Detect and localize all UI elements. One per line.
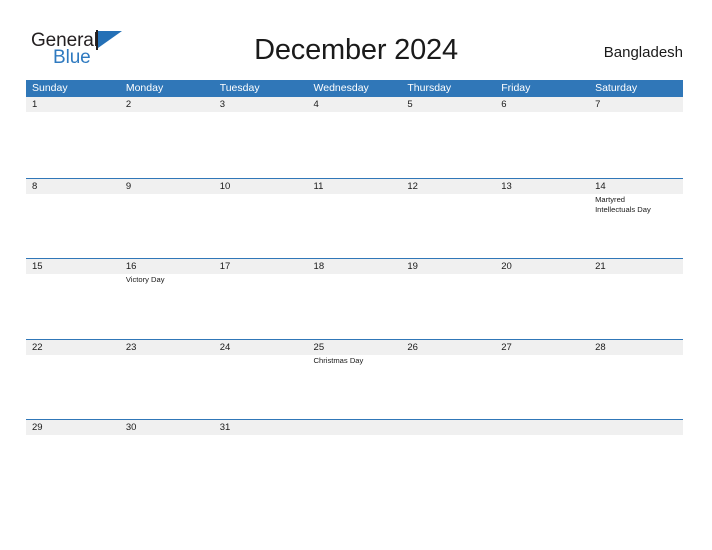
day-number: 27 (501, 341, 512, 353)
day-cell[interactable]: 13 (495, 178, 589, 259)
weekday-header-tuesday: Tuesday (219, 82, 260, 94)
day-cell[interactable]: 16 Victory Day (120, 258, 214, 339)
day-cell-empty (401, 419, 495, 500)
day-number: 16 (125, 261, 137, 272)
day-cell[interactable]: 7 (589, 97, 683, 178)
day-number: 24 (219, 341, 231, 353)
day-number: 13 (501, 180, 512, 192)
day-number: 2 (125, 99, 132, 110)
day-cell[interactable]: 31 (214, 419, 308, 500)
calendar-week-row: 8 9 10 11 12 13 14 Martyred Intellectuals Day (26, 177, 683, 259)
day-cell[interactable]: 3 (214, 97, 308, 178)
day-cell[interactable]: 17 (214, 258, 308, 339)
week-day-cells: 29 30 31 (26, 419, 683, 500)
day-number: 12 (407, 180, 418, 192)
day-number: 4 (313, 99, 319, 110)
day-event-text: Victory Day (125, 275, 165, 284)
day-number: 17 (219, 261, 231, 272)
day-cell[interactable]: 20 (495, 258, 589, 339)
day-cell[interactable]: 26 (401, 339, 495, 420)
day-event-list: Christmas Day (314, 356, 400, 367)
day-cell[interactable]: 1 (26, 97, 120, 178)
calendar-page: General Blue December 2024 Bangladesh Su… (0, 0, 712, 550)
calendar-week-row: 29 30 31 (26, 419, 683, 500)
day-number: 26 (407, 341, 418, 353)
day-number: 23 (125, 341, 137, 353)
day-number: 1 (32, 99, 38, 110)
day-event-text: Martyred (595, 194, 626, 204)
day-cell-empty (308, 419, 402, 500)
weekday-header-monday: Monday (125, 82, 164, 94)
country-label: Bangladesh (603, 44, 683, 61)
calendar-week-row: 22 23 24 25 Christmas Day 26 27 28 (26, 338, 683, 420)
calendar-weeks: 1 2 3 4 5 6 7 8 9 10 11 12 13 14 Martyred Intellectuals… (26, 97, 683, 500)
day-number: 7 (595, 99, 601, 110)
day-number: 3 (219, 99, 225, 110)
day-cell-empty (589, 419, 683, 500)
day-cell[interactable]: 5 (401, 97, 495, 178)
day-number: 10 (219, 180, 231, 192)
day-number: 5 (407, 99, 413, 110)
day-cell[interactable]: 21 (589, 258, 683, 339)
day-cell[interactable]: 15 (26, 258, 120, 339)
day-cell[interactable]: 10 (214, 178, 308, 259)
day-cell[interactable]: 29 (26, 419, 120, 500)
weekday-header-row: Sunday Monday Tuesday Wednesday Thursday Frid… (26, 80, 683, 97)
week-day-cells: 8 9 10 11 12 13 14 Martyred Intellectuals Day (26, 178, 683, 259)
day-cell[interactable]: 19 (401, 258, 495, 339)
day-event-list: Victory Day (126, 275, 212, 286)
weekday-header-sunday: Sunday (32, 82, 68, 94)
day-number: 18 (313, 261, 325, 272)
day-event-list: Martyred Intellectuals Day (595, 195, 681, 216)
week-day-cells: 22 23 24 25 Christmas Day 26 27 28 (26, 339, 683, 420)
week-day-cells: 15 16 Victory Day 17 18 19 20 21 (26, 258, 683, 339)
page-header: General Blue December 2024 Bangladesh (0, 0, 712, 80)
calendar-week-row: 15 16 Victory Day 17 18 19 20 21 (26, 258, 683, 339)
day-cell[interactable]: 25 Christmas Day (308, 339, 402, 420)
day-cell[interactable]: 4 (308, 97, 402, 178)
day-number: 20 (501, 261, 512, 272)
day-cell[interactable]: 24 (214, 339, 308, 420)
week-day-cells: 1 2 3 4 5 6 7 (26, 97, 683, 178)
day-cell[interactable]: 6 (495, 97, 589, 178)
day-number: 28 (595, 341, 606, 353)
calendar-week-row: 1 2 3 4 5 6 7 (26, 97, 683, 178)
day-event-text: Intellectuals Day (595, 205, 651, 214)
day-cell[interactable]: 18 (308, 258, 402, 339)
day-number: 29 (32, 422, 43, 433)
day-cell[interactable]: 8 (26, 178, 120, 259)
day-cell[interactable]: 23 (120, 339, 214, 420)
day-cell[interactable]: 14 Martyred Intellectuals Day (589, 178, 683, 259)
day-cell[interactable]: 2 (120, 97, 214, 178)
day-cell[interactable]: 9 (120, 178, 214, 259)
day-event-text: Christmas Day (313, 355, 364, 365)
day-number: 22 (32, 341, 43, 353)
day-number: 19 (407, 261, 418, 272)
calendar-grid: Sunday Monday Tuesday Wednesday Thursday Frid… (26, 80, 683, 500)
day-cell[interactable]: 30 (120, 419, 214, 500)
day-cell[interactable]: 22 (26, 339, 120, 420)
day-number: 25 (313, 341, 325, 353)
day-number: 30 (125, 422, 137, 433)
day-cell[interactable]: 28 (589, 339, 683, 420)
day-number: 11 (313, 180, 324, 192)
day-cell[interactable]: 11 (308, 178, 402, 259)
day-number: 14 (595, 180, 606, 192)
day-number: 21 (595, 261, 606, 272)
day-number: 15 (32, 261, 43, 272)
day-number: 31 (219, 422, 231, 433)
day-cell[interactable]: 12 (401, 178, 495, 259)
weekday-header-thursday: Thursday (407, 82, 452, 94)
day-number: 6 (501, 99, 507, 110)
day-cell[interactable]: 27 (495, 339, 589, 420)
day-number: 8 (32, 180, 38, 192)
day-cell-empty (495, 419, 589, 500)
weekday-header-friday: Friday (501, 82, 531, 94)
weekday-header-wednesday: Wednesday (313, 82, 369, 94)
day-number: 9 (125, 180, 132, 192)
weekday-header-saturday: Saturday (595, 82, 638, 94)
